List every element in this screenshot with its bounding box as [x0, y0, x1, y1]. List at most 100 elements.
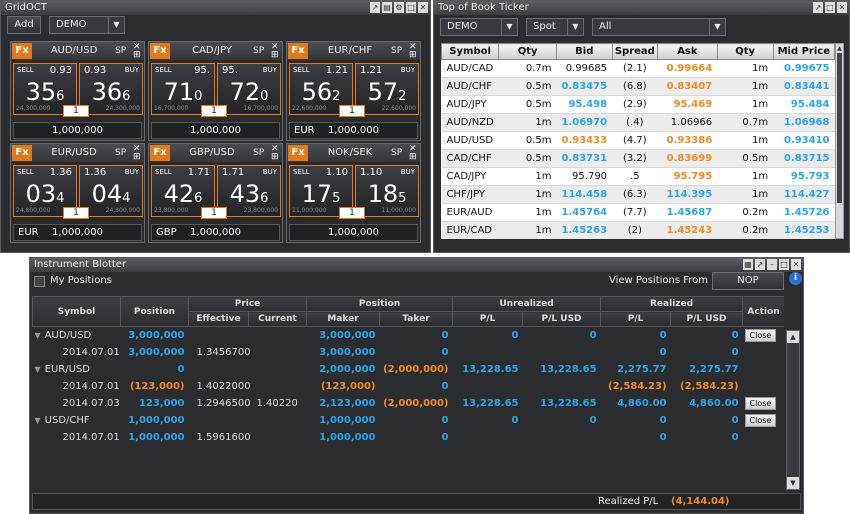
info-icon[interactable]: i [789, 272, 802, 285]
col-current[interactable]: Current [248, 311, 307, 327]
ticker-type-dropdown[interactable]: Spot ▼ [526, 18, 584, 36]
tile-tenor[interactable]: SP [253, 146, 264, 160]
blotter-table: Symbol Position Price Position Unrealize… [32, 296, 784, 446]
blotter-group-row[interactable]: ▼ EUR/USD 0 2,000,000 (2,000,000) 13,228.65 13… [33, 361, 785, 378]
blotter-action: Close [743, 412, 784, 429]
my-positions-checkbox[interactable] [34, 276, 45, 287]
close-icon[interactable]: ✕ [837, 2, 847, 13]
grid-account-dropdown[interactable]: DEMO ▼ [49, 16, 125, 34]
col-realized-pl[interactable]: P/L [600, 311, 672, 327]
tile-pair[interactable]: AUD/USD [35, 44, 113, 58]
ticker-col-header[interactable]: Mid Price [772, 43, 835, 60]
col-unrealized-pl[interactable]: P/L [452, 311, 524, 327]
popout-icon[interactable]: ↗ [370, 2, 380, 13]
ticker-row[interactable]: CAD/JPY 1m 95.790.5 95.795 1m 95.793 [441, 167, 835, 186]
add-button[interactable]: Add [7, 16, 41, 34]
tile-pair[interactable]: EUR/USD [35, 146, 113, 160]
close-position-button[interactable]: Close [744, 413, 777, 427]
blotter-scrollbar[interactable]: ▲ ▼ [786, 330, 800, 490]
grid-title: GridOCT [5, 2, 47, 13]
col-effective[interactable]: Effective [188, 311, 249, 327]
ticker-symbol: AUD/NZD [441, 113, 499, 132]
tile-close-icon[interactable]: ✕ ⊞ [133, 43, 143, 60]
blotter-position: 3,000,000 [128, 346, 185, 358]
ticker-row[interactable]: EUR/AUD 1m 1.45764 (7.7) 1.45687 0.2m 1.45726 [441, 203, 835, 222]
blotter-row[interactable]: 2014.07.03 123,000 1.2946500 1.40220 2,123,0… [33, 395, 785, 412]
ticker-row[interactable]: AUD/CAD 0.7m 0.99685 (2.1) 0.99664 1m 0.99675 [441, 59, 835, 78]
blotter-row[interactable]: 2014.07.01 (123,000) 1.4022000 (123,000) 0 (2… [33, 378, 785, 395]
amount-field[interactable]: 1,000,000 [13, 122, 142, 139]
tile-pair[interactable]: NOK/SEK [311, 146, 389, 160]
layout-icon[interactable]: ▦ [743, 259, 753, 270]
popout-icon[interactable]: ↗ [813, 2, 823, 13]
ticker-filter-dropdown[interactable]: All ▼ [592, 18, 726, 36]
blotter-group-row[interactable]: ▼ USD/CHF 1,000,000 1,000,000 0 0 0 0 0 Close [33, 412, 785, 429]
view-from-button[interactable]: NOP [712, 272, 784, 290]
tile-close-icon[interactable]: ✕ ⊞ [409, 145, 419, 162]
col-symbol[interactable]: Symbol [32, 296, 121, 327]
ticker-col-header[interactable]: Qty [498, 43, 557, 60]
maximize-icon[interactable]: □ [406, 2, 416, 13]
settings-icon[interactable]: ⚙ [394, 2, 404, 13]
expand-triangle-icon[interactable]: ▼ [35, 331, 41, 340]
ticker-col-header[interactable]: Symbol [441, 43, 500, 60]
scroll-up-icon[interactable]: ▲ [787, 331, 799, 343]
ticker-row[interactable]: AUD/NZD 1m 1.06970 (.4) 1.06966 0.7m 1.06968 [441, 113, 835, 132]
blotter-row[interactable]: 2014.07.01 3,000,000 1.3456700 3,000,000 0 0 0 [33, 344, 785, 361]
ticker-symbol: AUD/CAD [441, 59, 499, 78]
amount-field[interactable]: 1,000,000 [289, 224, 418, 241]
close-position-button[interactable]: Close [744, 396, 777, 410]
ticker-scrollbar[interactable]: ▲ [835, 43, 844, 239]
ticker-row[interactable]: CHF/JPY 1m 114.458 (6.3) 114.395 1m 114.427 [441, 185, 835, 204]
tile-spread: 1 [63, 105, 89, 117]
ticker-col-header[interactable]: Bid [556, 43, 613, 60]
col-taker[interactable]: Taker [378, 311, 454, 327]
col-maker[interactable]: Maker [306, 311, 380, 327]
tile-spread: 1 [201, 105, 227, 117]
tile-close-icon[interactable]: ✕ ⊞ [409, 43, 419, 60]
amount-field[interactable]: EUR 1,000,000 [13, 224, 142, 241]
expand-triangle-icon[interactable]: ▼ [35, 365, 41, 374]
expand-triangle-icon[interactable]: ▼ [35, 416, 41, 425]
col-realized-pl-usd[interactable]: P/L USD [670, 311, 744, 327]
amount-field[interactable]: EUR 1,000,000 [289, 122, 418, 139]
tile-tenor[interactable]: SP [115, 44, 126, 58]
maximize-icon[interactable]: □ [825, 2, 835, 13]
tile-close-icon[interactable]: ✕ ⊞ [271, 145, 281, 162]
tile-pair[interactable]: EUR/CHF [311, 44, 389, 58]
scroll-thumb[interactable] [837, 53, 842, 203]
layout-icon[interactable]: ▤ [382, 2, 392, 13]
maximize-icon[interactable]: □ [779, 259, 789, 270]
col-position[interactable]: Position [120, 296, 189, 327]
close-icon[interactable]: ✕ [791, 259, 801, 270]
tile-close-icon[interactable]: ✕ ⊞ [271, 43, 281, 60]
ticker-row[interactable]: EUR/CAD 1m 1.45263 (2) 1.45243 0.2m 1.45253 [441, 221, 835, 239]
close-icon[interactable]: ✕ [418, 2, 428, 13]
tile-tenor[interactable]: SP [391, 146, 402, 160]
tile-tenor[interactable]: SP [253, 44, 264, 58]
tile-close-icon[interactable]: ✕ ⊞ [133, 145, 143, 162]
tile-pair[interactable]: GBP/USD [173, 146, 251, 160]
tile-pair[interactable]: CAD/JPY [173, 44, 251, 58]
amount-field[interactable]: 1,000,000 [151, 122, 280, 139]
ticker-ask-qty: 1m [717, 59, 774, 78]
ticker-row[interactable]: AUD/JPY 0.5m 95.498 (2.9) 95.469 1m 95.484 [441, 95, 835, 114]
scroll-up-icon[interactable]: ▲ [836, 44, 843, 53]
close-position-button[interactable]: Close [744, 328, 777, 342]
ticker-col-header[interactable]: Spread [611, 43, 659, 60]
scroll-down-icon[interactable]: ▼ [787, 477, 799, 489]
minimize-icon[interactable]: – [767, 259, 777, 270]
blotter-row[interactable]: 2014.07.01 1,000,000 1.5961600 1,000,000 0 0 0 [33, 429, 785, 446]
ticker-col-header[interactable]: Ask [657, 43, 718, 60]
blotter-group-row[interactable]: ▼ AUD/USD 3,000,000 3,000,000 0 0 0 0 0 Close [33, 327, 785, 344]
ticker-col-header[interactable]: Qty [716, 43, 774, 60]
tile-tenor[interactable]: SP [115, 146, 126, 160]
col-unrealized-pl-usd[interactable]: P/L USD [522, 311, 602, 327]
popout-icon[interactable]: ↗ [755, 259, 765, 270]
ticker-account-dropdown[interactable]: DEMO ▼ [440, 18, 518, 36]
ticker-row[interactable]: AUD/USD 0.5m 0.93433 (4.7) 0.93386 1m 0.93410 [441, 131, 835, 150]
ticker-row[interactable]: CAD/CHF 0.5m 0.83731 (3.2) 0.83699 0.5m 0.8371… [441, 149, 835, 168]
ticker-row[interactable]: AUD/CHF 0.5m 0.83475 (6.8) 0.83407 1m 0.83441 [441, 77, 835, 96]
amount-field[interactable]: GBP 1,000,000 [151, 224, 280, 241]
tile-tenor[interactable]: SP [391, 44, 402, 58]
